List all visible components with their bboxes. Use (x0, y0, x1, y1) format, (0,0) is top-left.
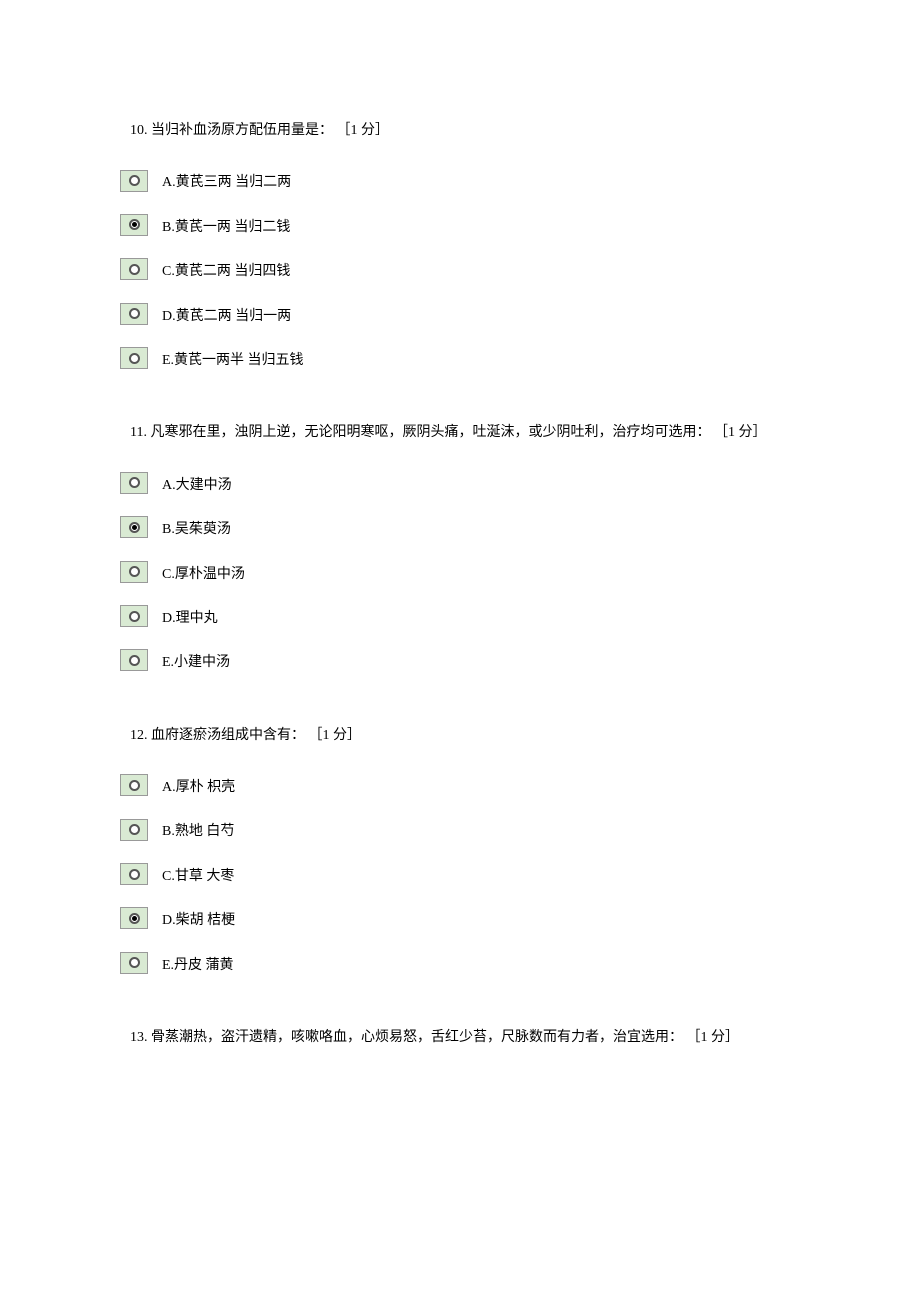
option-text: D.黄芪二两 当归一两 (162, 300, 291, 328)
option-text: B.吴茱萸汤 (162, 513, 231, 541)
radio-unselected-icon (129, 477, 140, 488)
radio-button[interactable] (120, 907, 148, 929)
option-row: A.黄芪三两 当归二两 (120, 166, 800, 194)
option-text: A.厚朴 枳壳 (162, 771, 235, 799)
radio-button[interactable] (120, 649, 148, 671)
option-text: B.黄芪一两 当归二钱 (162, 211, 290, 239)
radio-button[interactable] (120, 472, 148, 494)
radio-button[interactable] (120, 561, 148, 583)
question-text: 12. 血府逐瘀汤组成中含有： ［1 分］ (120, 725, 800, 747)
radio-unselected-icon (129, 655, 140, 666)
radio-selected-icon (129, 219, 140, 230)
option-row: B.熟地 白芍 (120, 815, 800, 843)
option-text: A.黄芪三两 当归二两 (162, 166, 291, 194)
question-text: 10. 当归补血汤原方配伍用量是： ［1 分］ (120, 120, 800, 142)
radio-unselected-icon (129, 264, 140, 275)
option-text: D.理中丸 (162, 602, 218, 630)
question-text: 11. 凡寒邪在里，浊阴上逆，无论阳明寒呕，厥阴头痛，吐涎沫，或少阴吐利，治疗均… (120, 422, 800, 444)
option-row: B.黄芪一两 当归二钱 (120, 211, 800, 239)
option-text: E.小建中汤 (162, 646, 230, 674)
radio-button[interactable] (120, 605, 148, 627)
option-text: E.黄芪一两半 当归五钱 (162, 344, 304, 372)
radio-unselected-icon (129, 869, 140, 880)
radio-unselected-icon (129, 308, 140, 319)
question-block: 13. 骨蒸潮热，盗汗遗精，咳嗽咯血，心烦易怒，舌红少苔，尺脉数而有力者，治宜选… (120, 1027, 800, 1049)
option-text: C.厚朴温中汤 (162, 558, 245, 586)
radio-unselected-icon (129, 353, 140, 364)
radio-selected-icon (129, 522, 140, 533)
option-text: A.大建中汤 (162, 469, 232, 497)
radio-button[interactable] (120, 516, 148, 538)
option-row: D.黄芪二两 当归一两 (120, 300, 800, 328)
option-row: B.吴茱萸汤 (120, 513, 800, 541)
option-text: D.柴胡 桔梗 (162, 904, 235, 932)
option-text: E.丹皮 蒲黄 (162, 949, 234, 977)
option-row: A.厚朴 枳壳 (120, 771, 800, 799)
radio-button[interactable] (120, 170, 148, 192)
radio-button[interactable] (120, 303, 148, 325)
option-row: D.理中丸 (120, 602, 800, 630)
option-row: E.小建中汤 (120, 646, 800, 674)
option-row: E.黄芪一两半 当归五钱 (120, 344, 800, 372)
option-row: C.甘草 大枣 (120, 860, 800, 888)
question-block: 10. 当归补血汤原方配伍用量是： ［1 分］ A.黄芪三两 当归二两 B.黄芪一两… (120, 120, 800, 372)
radio-unselected-icon (129, 566, 140, 577)
option-row: C.厚朴温中汤 (120, 558, 800, 586)
option-row: A.大建中汤 (120, 469, 800, 497)
question-text: 13. 骨蒸潮热，盗汗遗精，咳嗽咯血，心烦易怒，舌红少苔，尺脉数而有力者，治宜选… (120, 1027, 800, 1049)
radio-button[interactable] (120, 214, 148, 236)
option-row: E.丹皮 蒲黄 (120, 949, 800, 977)
radio-button[interactable] (120, 952, 148, 974)
question-block: 12. 血府逐瘀汤组成中含有： ［1 分］ A.厚朴 枳壳 B.熟地 白芍 C.甘草 … (120, 725, 800, 977)
radio-button[interactable] (120, 863, 148, 885)
radio-button[interactable] (120, 258, 148, 280)
radio-button[interactable] (120, 347, 148, 369)
option-text: B.熟地 白芍 (162, 815, 234, 843)
option-text: C.黄芪二两 当归四钱 (162, 255, 290, 283)
radio-unselected-icon (129, 824, 140, 835)
radio-unselected-icon (129, 780, 140, 791)
option-text: C.甘草 大枣 (162, 860, 234, 888)
radio-unselected-icon (129, 175, 140, 186)
option-row: D.柴胡 桔梗 (120, 904, 800, 932)
radio-unselected-icon (129, 611, 140, 622)
radio-unselected-icon (129, 957, 140, 968)
radio-selected-icon (129, 913, 140, 924)
option-row: C.黄芪二两 当归四钱 (120, 255, 800, 283)
radio-button[interactable] (120, 819, 148, 841)
question-block: 11. 凡寒邪在里，浊阴上逆，无论阳明寒呕，厥阴头痛，吐涎沫，或少阴吐利，治疗均… (120, 422, 800, 674)
radio-button[interactable] (120, 774, 148, 796)
